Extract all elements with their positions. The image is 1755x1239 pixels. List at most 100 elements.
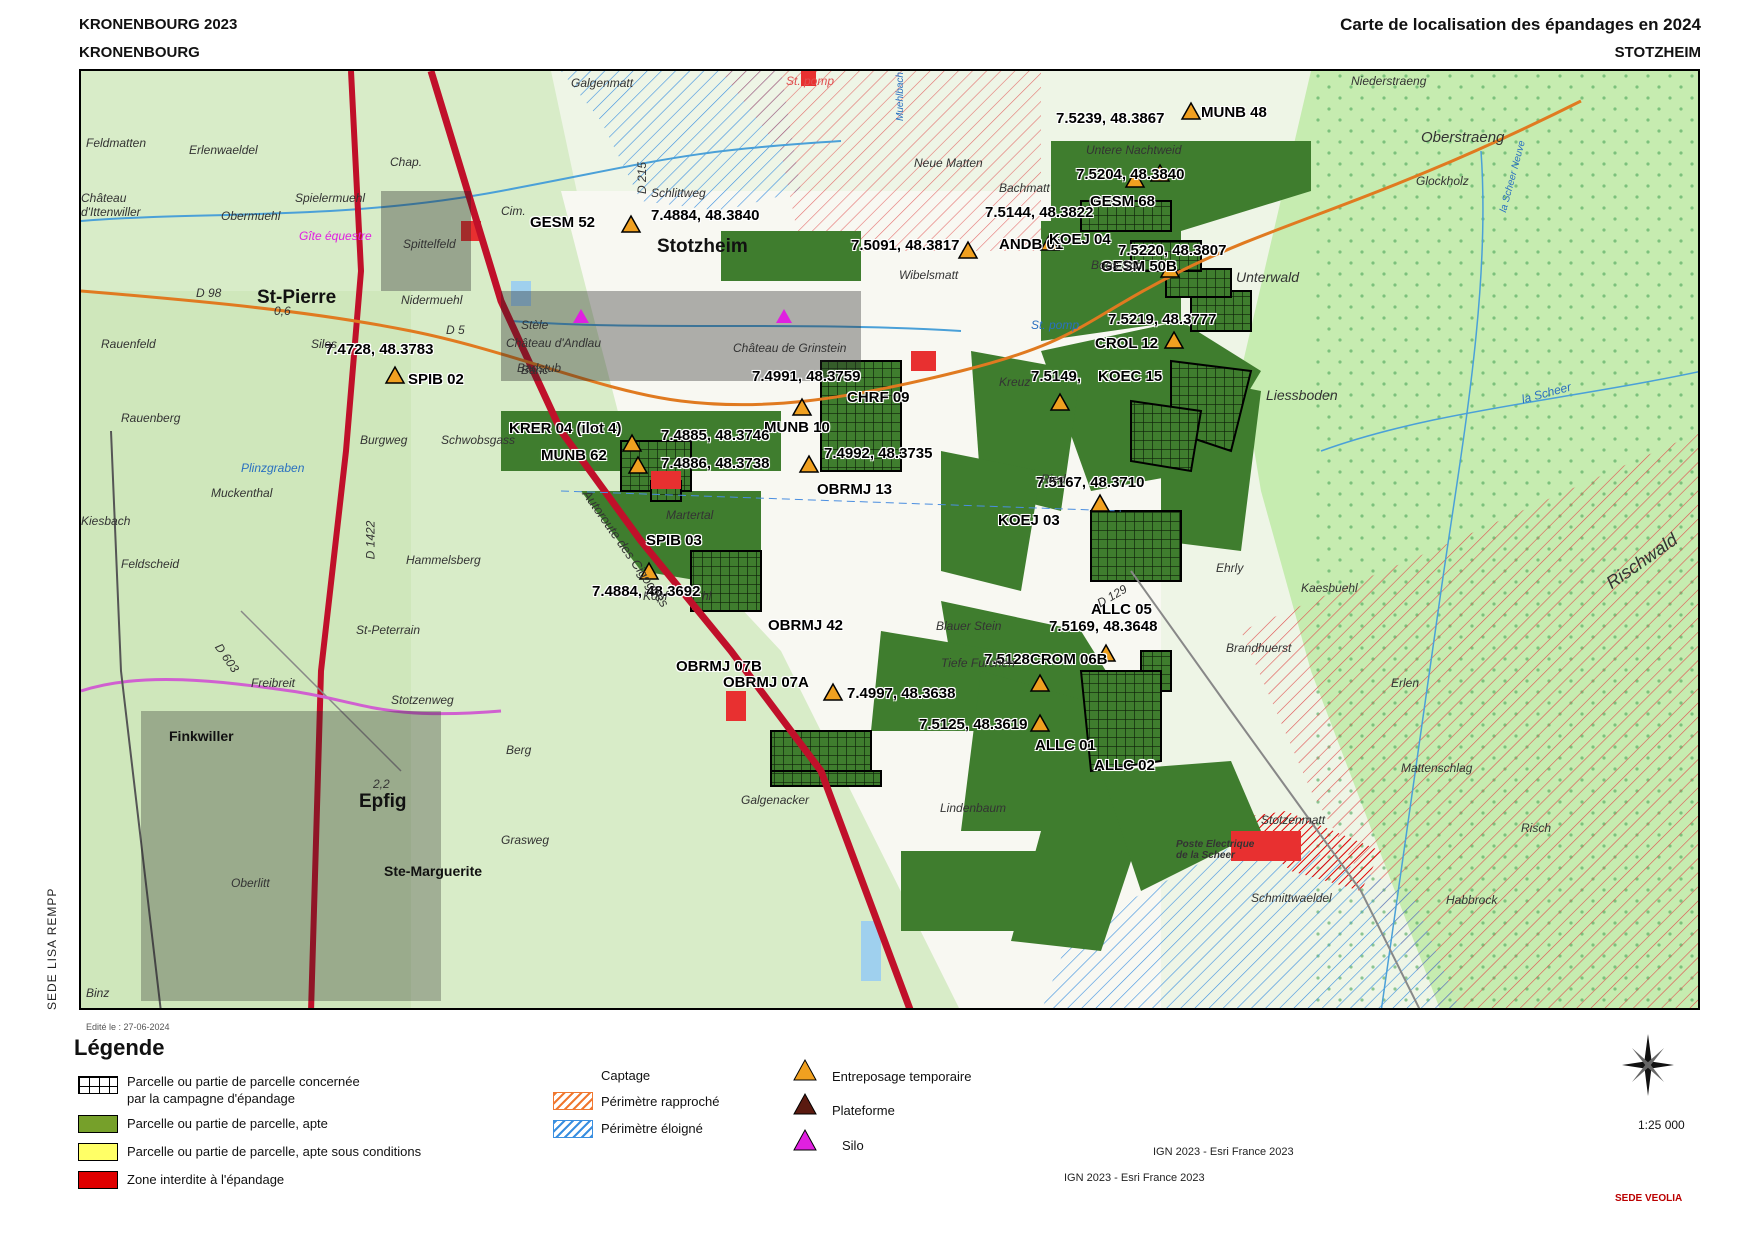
place-label: St. pomp: [786, 74, 835, 88]
coord-label: 7.5144, 48.3822: [985, 204, 1094, 221]
parcel-label-krer04[interactable]: KRER 04 (ilot 4): [509, 420, 622, 437]
parcel-label-munb48[interactable]: MUNB 48: [1201, 104, 1267, 121]
compass-icon: [1622, 1034, 1674, 1096]
parcel-label-koej03[interactable]: KOEJ 03: [998, 512, 1060, 529]
parcel-label-munb10[interactable]: MUNB 10: [764, 419, 830, 436]
place-label: Stotzenweg: [391, 693, 454, 707]
place-label: Freibreit: [251, 676, 296, 690]
parcel-label-koej04[interactable]: KOEJ 04: [1049, 231, 1111, 248]
place-label: Obermuehl: [221, 209, 281, 223]
legend-label-entreposage: Entreposage temporaire: [832, 1069, 972, 1084]
place-label: Mattenschlag: [1401, 761, 1473, 775]
place-label: Boes Sch: [1091, 258, 1143, 272]
legend-label-interdite: Zone interdite à l'épandage: [127, 1172, 285, 1187]
place-label: St. pomp: [1031, 318, 1080, 332]
parcel-label-gesm52[interactable]: GESM 52: [530, 214, 595, 231]
parcel-label-allc01[interactable]: ALLC 01: [1035, 737, 1096, 754]
coord-label: 7.4991, 48.3759: [752, 368, 861, 385]
legend-symbols: [793, 1058, 817, 1151]
place-label: Ehrly: [1216, 561, 1244, 575]
legend-label-concerned-2: par la campagne d'épandage: [127, 1091, 296, 1106]
legend-label-conditions: Parcelle ou partie de parcelle, apte sou…: [127, 1144, 422, 1159]
place-label: Tiefe Furchen: [941, 656, 1015, 670]
place-label: Kreuz: [999, 375, 1031, 389]
place-label: Feldscheid: [121, 557, 180, 571]
place-label: Rauenberg: [121, 411, 181, 425]
map-commune: STOTZHEIM: [1614, 44, 1701, 61]
place-label: Spittelfeld: [403, 237, 456, 251]
map-drawing: [81, 71, 1698, 1008]
scale-text: 1:25 000: [1638, 1118, 1685, 1132]
place-label: Bachmatt: [999, 181, 1050, 195]
coord-label: 7.5125, 48.3619: [919, 716, 1028, 733]
place-label: D 98: [196, 286, 222, 300]
place-label: Habbrock: [1446, 893, 1498, 907]
map-title: Carte de localisation des épandages en 2…: [1340, 15, 1701, 34]
parcel-label-spib02[interactable]: SPIB 02: [408, 371, 464, 388]
place-label: Cim.: [501, 204, 526, 218]
place-label: Risch: [1521, 821, 1552, 835]
town-label: Finkwiller: [169, 728, 234, 744]
parcel-label-allc02[interactable]: ALLC 02: [1094, 757, 1155, 774]
place-label: Gîte équestre: [299, 229, 372, 243]
place-label: Lindenbaum: [940, 801, 1007, 815]
legend-label-eloigne: Périmètre éloigné: [601, 1121, 703, 1136]
place-label: Kaesbuehl: [1301, 581, 1358, 595]
place-label: Schmittwaeldel: [1251, 891, 1332, 905]
legend-label-concerned: Parcelle ou partie de parcelle concernée: [127, 1074, 360, 1089]
parcel-label-spib03[interactable]: SPIB 03: [646, 532, 702, 549]
place-label: Feldmatten: [86, 136, 147, 150]
parcel-label-chrf09[interactable]: CHRF 09: [847, 389, 910, 406]
place-label: Binz: [86, 986, 110, 1000]
place-label: hl: [702, 589, 712, 603]
place-label: Stèle: [521, 318, 549, 332]
parcel-label-koec15[interactable]: KOEC 15: [1098, 368, 1162, 385]
sede-veolia-logo: SEDE VEOLIA: [1615, 1193, 1683, 1204]
parcel-label-crom06b[interactable]: CROM 06B: [1030, 651, 1108, 668]
coord-label: 7.4885, 48.3746: [661, 427, 770, 444]
place-label: Château d'Andlau: [506, 336, 602, 350]
legend-title: Légende: [74, 1035, 165, 1060]
place-label: Nidermuehl: [401, 293, 463, 307]
place-label: Liessboden: [1266, 387, 1338, 403]
place-label: Martertal: [666, 508, 714, 522]
place-label: Ried: [1041, 472, 1066, 486]
legend-swatch-rapproche: [553, 1092, 593, 1110]
coord-label: 7.4997, 48.3638: [847, 685, 956, 702]
coord-label: 7.5091, 48.3817: [851, 237, 960, 254]
place-label: Glockholz: [1416, 174, 1469, 188]
legend-captage-title: Captage: [601, 1068, 651, 1083]
place-label: Château d'Ittenwiller: [81, 191, 141, 219]
parcel-label-obrmj13[interactable]: OBRMJ 13: [817, 481, 892, 498]
parcel-label-obrmj07b[interactable]: OBRMJ 07B: [676, 658, 762, 675]
place-label: Kiesbach: [81, 514, 131, 528]
author-text: SEDE LISA REMPP: [45, 887, 59, 1010]
legend-swatch-concerned: [78, 1076, 118, 1094]
town-label: Ste-Marguerite: [384, 863, 483, 879]
parcel-label-obrmj07a[interactable]: OBRMJ 07A: [723, 674, 809, 691]
coord-label: 7.4886, 48.3738: [661, 455, 770, 472]
place-label: D 1422: [363, 520, 378, 560]
place-label: Burgweg: [360, 433, 408, 447]
place-label: 2,2: [373, 777, 390, 791]
triangle-icon: [793, 1128, 817, 1151]
place-label: Schlittweg: [651, 186, 706, 200]
town-label: St-Pierre: [257, 287, 337, 308]
parcel-label-obrmj42[interactable]: OBRMJ 42: [768, 617, 843, 634]
coord-label: 7.5220, 48.3807: [1118, 242, 1227, 259]
legend-label-plateforme: Plateforme: [832, 1103, 895, 1118]
town-label: Epfig: [359, 791, 407, 812]
coord-label: 7.4728, 48.3783: [325, 341, 434, 358]
place-label: Oberstraeng: [1421, 129, 1505, 146]
parcel-label-crol12[interactable]: CROL 12: [1095, 335, 1158, 352]
place-label: Untere Nachtweid: [1086, 143, 1182, 157]
coord-label: 7.5149,: [1031, 368, 1082, 385]
coord-label: 7.5219, 48.3777: [1108, 311, 1217, 328]
parcel-label-munb62[interactable]: MUNB 62: [541, 447, 607, 464]
town-label: Stotzheim: [657, 236, 748, 257]
place-label: Blauer Stein: [936, 619, 1002, 633]
map-frame[interactable]: MUNB 48 GESM 52 GESM 68 ANDB 01 KOEJ 04 …: [79, 69, 1700, 1010]
place-label: Brandhuerst: [1226, 641, 1292, 655]
parcel-label-gesm68[interactable]: GESM 68: [1090, 193, 1155, 210]
place-label: D 215: [635, 161, 650, 195]
